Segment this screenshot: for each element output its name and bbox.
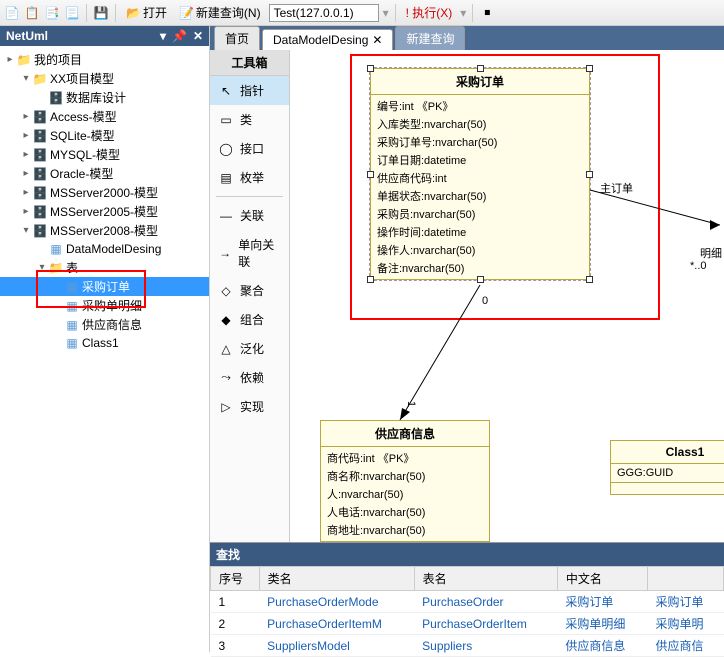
tree-node[interactable]: ▸📁我的项目: [0, 50, 209, 69]
find-row[interactable]: 1PurchaseOrderModePurchaseOrder采购订单采购订单: [211, 591, 724, 613]
find-table: 序号类名表名中文名 1PurchaseOrderModePurchaseOrde…: [210, 566, 724, 657]
pin-icon[interactable]: 📌: [172, 29, 187, 43]
find-col-header[interactable]: [648, 567, 724, 591]
uml-class-purchase-order[interactable]: 采购订单 编号:int 《PK》入库类型:nvarchar(50)采购订单号:n…: [370, 68, 590, 280]
toolbox-header: 工具箱: [210, 50, 289, 76]
class-attribute: 供应商代码:int: [377, 169, 583, 187]
execute-button[interactable]: ! 执行(X): [402, 2, 457, 23]
find-col-header[interactable]: 表名: [414, 567, 557, 591]
close-icon[interactable]: ✕: [193, 29, 203, 43]
tree-node[interactable]: ▸🗄️SQLite-模型: [0, 126, 209, 145]
class-attribute: 商地址:nvarchar(50): [327, 521, 483, 539]
class-title: 采购订单: [371, 69, 589, 95]
doc2-icon[interactable]: 📋: [24, 5, 40, 21]
design-canvas[interactable]: 采购订单 编号:int 《PK》入库类型:nvarchar(50)采购订单号:n…: [290, 50, 724, 542]
toolbox-item[interactable]: →单向关联: [210, 230, 289, 276]
toolbox-item[interactable]: ◇聚合: [210, 276, 289, 305]
find-col-header[interactable]: 序号: [211, 567, 260, 591]
class-attribute: 编号:int 《PK》: [377, 97, 583, 115]
uml-class-class1[interactable]: Class1 GGG:GUID: [610, 440, 724, 495]
save-icon[interactable]: 💾: [93, 5, 109, 21]
doc-icon[interactable]: 📄: [4, 5, 20, 21]
stop-icon[interactable]: ⏹: [479, 5, 495, 21]
tab-datamodel[interactable]: DataModelDesing ✕: [262, 29, 393, 50]
tree-title: NetUml: [6, 29, 48, 43]
tab-home[interactable]: 首页: [214, 26, 260, 50]
tree-node[interactable]: ▾📁XX项目模型: [0, 69, 209, 88]
find-row[interactable]: 2PurchaseOrderItemMPurchaseOrderItem采购单明…: [211, 613, 724, 635]
doc4-icon[interactable]: 📃: [64, 5, 80, 21]
assoc-mult: *..0: [690, 260, 707, 272]
class-attribute: 操作时间:datetime: [377, 223, 583, 241]
tree-node[interactable]: ▸🗄️Access-模型: [0, 107, 209, 126]
doc3-icon[interactable]: 📑: [44, 5, 60, 21]
editor-tabs: 首页 DataModelDesing ✕ 新建查询: [210, 26, 724, 50]
highlight-box: [36, 270, 146, 308]
project-tree-panel: NetUml ▾ 📌 ✕ ▸📁我的项目▾📁XX项目模型🗄️数据库设计▸🗄️Acces…: [0, 26, 210, 652]
toolbox-item[interactable]: ◯接口: [210, 134, 289, 163]
tree-node[interactable]: ▦供应商信息: [0, 315, 209, 334]
class-attribute: 入库类型:nvarchar(50): [377, 115, 583, 133]
class-attribute: 商名称:nvarchar(50): [327, 467, 483, 485]
class-attribute: 采购订单号:nvarchar(50): [377, 133, 583, 151]
class-attribute: 人电话:nvarchar(50): [327, 503, 483, 521]
toolbox-item[interactable]: △泛化: [210, 334, 289, 363]
find-panel: 查找 序号类名表名中文名 1PurchaseOrderModePurchaseO…: [210, 542, 724, 652]
main-toolbar: 📄 📋 📑 📃 💾 📂打开 📝新建查询(N) Test(127.0.0.1) ▾…: [0, 0, 724, 26]
toolbox-item[interactable]: —关联: [210, 201, 289, 230]
tree-node[interactable]: ▸🗄️MSServer2005-模型: [0, 202, 209, 221]
toolbox-item[interactable]: ⤳依赖: [210, 363, 289, 392]
class-attribute: 订单日期:datetime: [377, 151, 583, 169]
toolbox-item[interactable]: ▭类: [210, 105, 289, 134]
dropdown-icon[interactable]: ▾: [160, 29, 166, 43]
uml-class-supplier[interactable]: 供应商信息 商代码:int 《PK》商名称:nvarchar(50)人:nvar…: [320, 420, 490, 542]
tree-node[interactable]: ▸🗄️MYSQL-模型: [0, 145, 209, 164]
find-col-header[interactable]: 类名: [259, 567, 414, 591]
tree-node[interactable]: ▸🗄️MSServer2000-模型: [0, 183, 209, 202]
class-attribute: 采购员:nvarchar(50): [377, 205, 583, 223]
assoc-label: 明细: [700, 245, 722, 261]
class-attribute: GGG:GUID: [617, 466, 724, 480]
toolbox-item[interactable]: ↖指针: [210, 76, 289, 105]
tree-header: NetUml ▾ 📌 ✕: [0, 26, 209, 46]
assoc-label: 主订单: [600, 180, 633, 196]
tab-newquery[interactable]: 新建查询: [395, 26, 465, 50]
tree-node[interactable]: ▸🗄️Oracle-模型: [0, 164, 209, 183]
new-query-button[interactable]: 📝新建查询(N): [175, 2, 265, 23]
tree-node[interactable]: ▦Class1: [0, 334, 209, 352]
class-attribute: 单据状态:nvarchar(50): [377, 187, 583, 205]
tree-node[interactable]: ▾🗄️MSServer2008-模型: [0, 221, 209, 240]
close-tab-icon[interactable]: ✕: [372, 33, 382, 47]
find-col-header[interactable]: 中文名: [557, 567, 647, 591]
class-title: 供应商信息: [321, 421, 489, 447]
project-tree[interactable]: ▸📁我的项目▾📁XX项目模型🗄️数据库设计▸🗄️Access-模型▸🗄️SQLi…: [0, 46, 209, 652]
toolbox: 工具箱 ↖指针▭类◯接口▤枚举 —关联→单向关联◇聚合◆组合△泛化⤳依赖▷实现: [210, 50, 290, 542]
tree-node[interactable]: ▦DataModelDesing: [0, 240, 209, 258]
class-attribute: 人:nvarchar(50): [327, 485, 483, 503]
assoc-mult: 0: [482, 295, 488, 307]
tree-node[interactable]: 🗄️数据库设计: [0, 88, 209, 107]
toolbox-item[interactable]: ▷实现: [210, 392, 289, 421]
toolbox-item[interactable]: ▤枚举: [210, 163, 289, 192]
class-attribute: 商代码:int 《PK》: [327, 449, 483, 467]
find-row[interactable]: 3SuppliersModelSuppliers供应商信息供应商信: [211, 635, 724, 657]
find-header: 查找: [210, 543, 724, 566]
toolbox-item[interactable]: ◆组合: [210, 305, 289, 334]
class-attribute: 备注:nvarchar(50): [377, 259, 583, 277]
class-attribute: 操作人:nvarchar(50): [377, 241, 583, 259]
connection-select[interactable]: Test(127.0.0.1): [269, 4, 379, 22]
class-title: Class1: [611, 441, 724, 464]
open-button[interactable]: 📂打开: [122, 2, 171, 23]
assoc-mult: 1: [405, 401, 417, 407]
